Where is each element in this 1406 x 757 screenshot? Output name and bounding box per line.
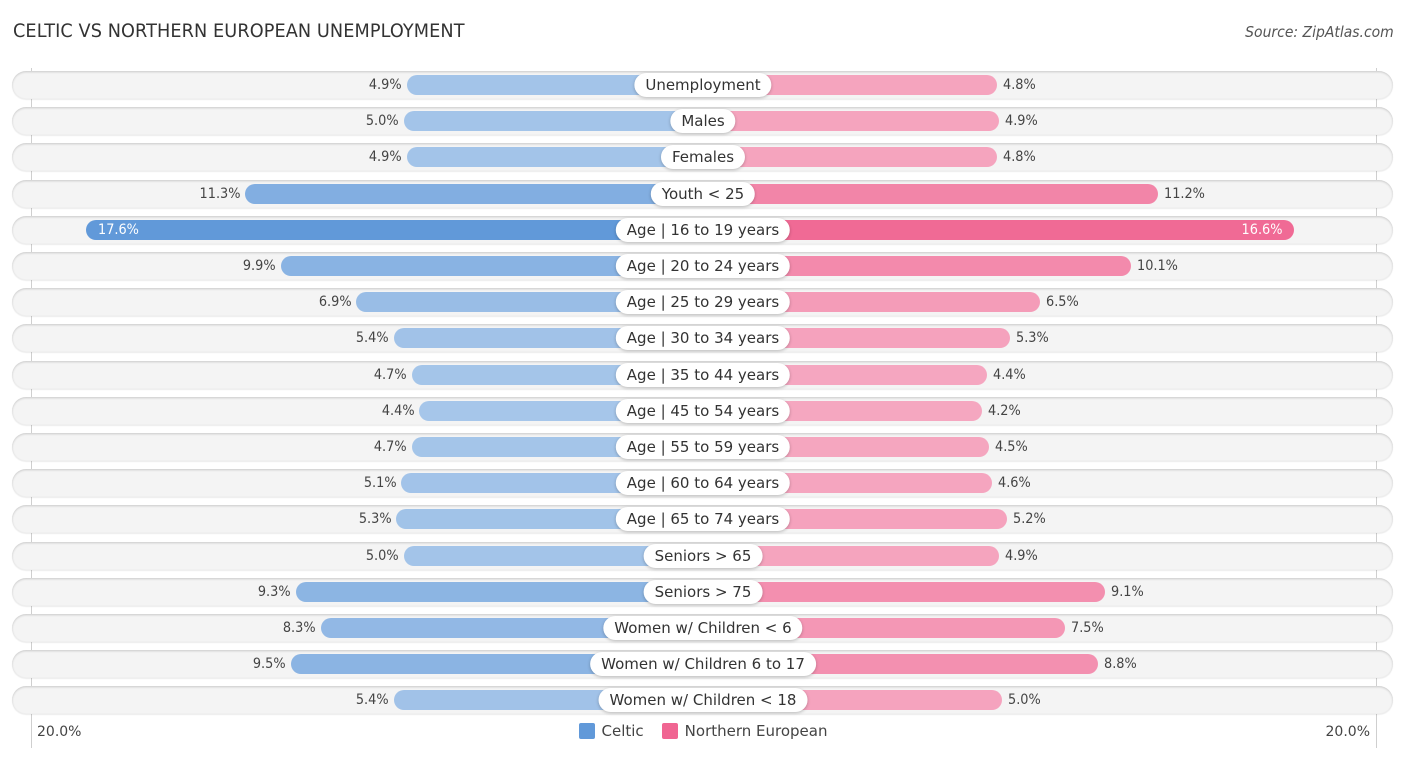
celtic-value-label: 4.7% <box>373 439 407 455</box>
celtic-value-label: 4.9% <box>368 77 402 93</box>
northern-european-value-label: 4.9% <box>1005 547 1039 564</box>
celtic-bar[interactable] <box>295 581 703 602</box>
source-label: Source: ZipAtlas.com <box>1245 23 1394 41</box>
celtic-value-label: 17.6% <box>98 221 140 238</box>
northern-european-value-label: 7.5% <box>1071 620 1104 636</box>
category-label: Age | 55 to 59 years <box>615 435 791 459</box>
northern-european-value-label: 8.8% <box>1103 656 1137 673</box>
category-label: Women w/ Children < 6 <box>603 616 803 640</box>
northern-european-value-label: 4.9% <box>1005 113 1039 130</box>
celtic-value-label: 4.9% <box>368 149 402 166</box>
celtic-value-label: 9.3% <box>257 583 291 600</box>
northern-european-value-label: 5.2% <box>1013 511 1046 528</box>
legend-item-celtic[interactable]: Celtic <box>578 722 644 740</box>
northern-european-value-label: 4.8% <box>1002 77 1036 93</box>
celtic-value-label: 6.9% <box>318 294 352 311</box>
northern-european-value-label: 5.0% <box>1008 692 1041 709</box>
category-label: Age | 45 to 54 years <box>615 398 791 423</box>
category-label: Age | 30 to 34 years <box>615 326 791 351</box>
celtic-value-label: 4.4% <box>381 402 415 419</box>
northern-european-value-label: 4.8% <box>1002 149 1036 166</box>
category-label: Age | 16 to 19 years <box>615 217 791 242</box>
category-label: Seniors > 65 <box>643 543 763 568</box>
legend: Celtic Northern European <box>0 722 1406 740</box>
celtic-bar[interactable] <box>406 147 703 168</box>
category-label: Age | 35 to 44 years <box>615 362 791 387</box>
legend-item-northern-european[interactable]: Northern European <box>661 722 828 740</box>
chart-title: CELTIC VS NORTHERN EUROPEAN UNEMPLOYMENT <box>13 20 465 42</box>
celtic-bar[interactable] <box>245 183 703 204</box>
celtic-value-label: 5.0% <box>366 547 399 564</box>
northern-european-value-label: 4.6% <box>997 475 1031 492</box>
celtic-value-label: 5.0% <box>366 113 399 130</box>
celtic-value-label: 5.4% <box>356 330 389 347</box>
celtic-value-label: 11.3% <box>199 185 241 202</box>
legend-label-northern-european: Northern European <box>684 722 828 740</box>
category-label: Women w/ Children 6 to 17 <box>590 652 816 677</box>
northern-european-bar[interactable] <box>703 111 1000 132</box>
category-label: Unemployment <box>634 73 772 97</box>
celtic-bar[interactable] <box>404 111 703 132</box>
northern-european-value-label: 11.2% <box>1164 185 1206 202</box>
legend-swatch-celtic <box>578 723 595 739</box>
northern-european-bar[interactable] <box>703 183 1159 204</box>
northern-european-bar[interactable] <box>703 147 997 168</box>
northern-european-value-label: 10.1% <box>1136 258 1178 274</box>
northern-european-bar[interactable] <box>703 581 1106 602</box>
northern-european-value-label: 5.3% <box>1015 330 1049 347</box>
celtic-bar[interactable] <box>86 219 703 240</box>
category-label: Age | 60 to 64 years <box>615 471 791 496</box>
category-label: Age | 65 to 74 years <box>615 507 791 532</box>
celtic-value-label: 8.3% <box>283 620 316 636</box>
category-label: Age | 25 to 29 years <box>615 290 791 315</box>
category-label: Seniors > 75 <box>643 579 763 604</box>
celtic-value-label: 5.4% <box>356 692 389 709</box>
celtic-value-label: 5.3% <box>358 511 392 528</box>
northern-european-value-label: 4.4% <box>992 366 1026 383</box>
celtic-value-label: 9.9% <box>242 258 276 274</box>
northern-european-bar[interactable] <box>703 219 1295 240</box>
northern-european-value-label: 16.6% <box>1241 221 1283 238</box>
celtic-value-label: 5.1% <box>363 475 397 492</box>
category-label: Women w/ Children < 18 <box>598 688 808 713</box>
legend-swatch-northern-european <box>661 723 678 739</box>
northern-european-value-label: 6.5% <box>1045 294 1079 311</box>
northern-european-value-label: 9.1% <box>1111 583 1145 600</box>
northern-european-value-label: 4.5% <box>995 439 1029 455</box>
legend-label-celtic: Celtic <box>601 722 644 740</box>
northern-european-value-label: 4.2% <box>987 402 1021 419</box>
celtic-value-label: 4.7% <box>373 366 407 383</box>
celtic-value-label: 9.5% <box>252 656 286 673</box>
category-label: Youth < 25 <box>650 181 756 206</box>
category-label: Females <box>660 145 746 170</box>
category-label: Age | 20 to 24 years <box>615 254 791 278</box>
category-label: Males <box>670 109 736 134</box>
